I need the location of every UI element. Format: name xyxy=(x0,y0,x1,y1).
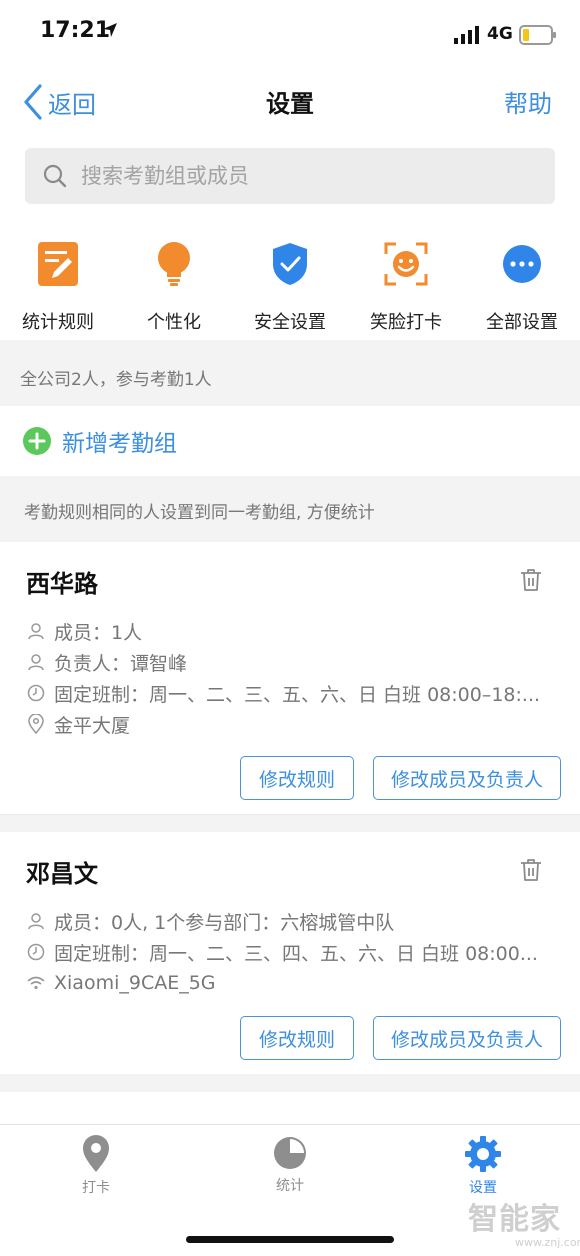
location-pin-icon xyxy=(28,714,44,734)
attendance-group-card[interactable]: 邓昌文 成员：0人, 1个参与部门：六榕城管中队 固定班制：周一、二、三、四、五… xyxy=(0,832,580,1075)
group-members-row: 成员：0人, 1个参与部门：六榕城管中队 xyxy=(26,908,394,934)
shortcut-label: 安全设置 xyxy=(254,312,326,333)
hint-text: 考勤规则相同的人设置到同一考勤组, 方便统计 xyxy=(24,503,375,523)
search-box[interactable] xyxy=(25,148,555,204)
trash-icon[interactable] xyxy=(520,568,542,592)
plus-circle-icon xyxy=(23,427,51,455)
gear-icon xyxy=(465,1136,501,1172)
card-divider xyxy=(0,1074,580,1092)
schedule-text: 固定班制：周一、二、三、五、六、日 白班 08:00–18:... xyxy=(54,683,541,706)
group-name: 邓昌文 xyxy=(26,860,98,888)
schedule-text: 固定班制：周一、二、三、四、五、六、日 白班 08:00... xyxy=(54,942,538,965)
shortcut-security[interactable]: 安全设置 xyxy=(232,236,348,336)
group-wifi-row: Xiaomi_9CAE_5G xyxy=(26,970,216,996)
home-indicator xyxy=(186,1236,394,1243)
location-text: 金平大厦 xyxy=(54,714,131,737)
manager-text: 负责人：谭智峰 xyxy=(54,652,188,675)
location-arrow-icon xyxy=(103,23,117,37)
report-edit-icon xyxy=(38,242,78,286)
shortcut-grid: 统计规则 个性化 安全设置 笑脸打卡 全部设置 xyxy=(0,236,580,336)
status-time: 17:21 xyxy=(40,18,111,43)
add-group-label: 新增考勤组 xyxy=(62,431,177,457)
location-pin-icon xyxy=(83,1135,109,1172)
group-manager-row: 负责人：谭智峰 xyxy=(26,649,187,675)
tab-settings[interactable]: 设置 xyxy=(423,1135,543,1197)
shortcut-label: 统计规则 xyxy=(22,312,94,333)
smile-face-icon xyxy=(384,242,428,286)
person-icon xyxy=(28,913,44,930)
members-text: 成员：1人 xyxy=(54,621,143,644)
lightbulb-icon xyxy=(158,242,190,286)
edit-members-button[interactable]: 修改成员及负责人 xyxy=(373,756,561,800)
group-name: 西华路 xyxy=(26,570,98,598)
trash-icon[interactable] xyxy=(520,858,542,882)
signal-icon xyxy=(454,26,479,44)
battery-icon xyxy=(519,25,556,45)
group-hint: 考勤规则相同的人设置到同一考勤组, 方便统计 xyxy=(0,476,580,542)
network-type: 4G xyxy=(487,24,513,44)
group-members-row: 成员：1人 xyxy=(26,618,142,644)
company-summary: 全公司2人，参与考勤1人 xyxy=(0,340,580,406)
search-icon xyxy=(43,164,67,188)
add-attendance-group-button[interactable]: 新增考勤组 xyxy=(0,406,580,477)
person-icon xyxy=(28,654,44,671)
members-text: 成员：0人, 1个参与部门：六榕城管中队 xyxy=(54,911,395,934)
edit-rules-button[interactable]: 修改规则 xyxy=(240,756,354,800)
shortcut-all-settings[interactable]: 全部设置 xyxy=(464,236,580,336)
pie-chart-icon xyxy=(274,1137,306,1169)
group-schedule-row: 固定班制：周一、二、三、四、五、六、日 白班 08:00... xyxy=(26,939,538,965)
shield-check-icon xyxy=(273,243,307,285)
shortcut-label: 笑脸打卡 xyxy=(370,312,442,333)
summary-text: 全公司2人，参与考勤1人 xyxy=(20,370,212,390)
shortcut-personalize[interactable]: 个性化 xyxy=(116,236,232,336)
tab-label: 打卡 xyxy=(82,1180,110,1196)
help-button[interactable]: 帮助 xyxy=(504,84,552,119)
person-icon xyxy=(28,623,44,640)
watermark-url: www.znj.com xyxy=(515,1236,580,1249)
wifi-icon xyxy=(27,976,45,990)
search-input[interactable] xyxy=(79,163,523,189)
clock-icon xyxy=(27,684,45,702)
more-icon xyxy=(503,245,541,283)
watermark-brand: 智能家 xyxy=(468,1202,561,1237)
status-bar: 17:21 4G xyxy=(0,0,580,64)
navigation-bar: 返回 设置 帮助 xyxy=(0,70,580,134)
edit-rules-button[interactable]: 修改规则 xyxy=(240,1016,354,1060)
tab-label: 统计 xyxy=(276,1178,304,1194)
wifi-text: Xiaomi_9CAE_5G xyxy=(54,972,216,994)
clock-icon xyxy=(27,943,45,961)
page-title: 设置 xyxy=(266,90,314,118)
attendance-group-card[interactable]: 西华路 成员：1人 负责人：谭智峰 固定班制：周一、二、三、五、六、日 白班 0… xyxy=(0,542,580,815)
shortcut-label: 个性化 xyxy=(147,312,201,333)
tab-statistics[interactable]: 统计 xyxy=(230,1135,350,1195)
shortcut-stat-rules[interactable]: 统计规则 xyxy=(0,236,116,336)
tab-checkin[interactable]: 打卡 xyxy=(36,1135,156,1197)
group-location-row: 金平大厦 xyxy=(26,711,130,737)
group-schedule-row: 固定班制：周一、二、三、五、六、日 白班 08:00–18:... xyxy=(26,680,540,706)
shortcut-label: 全部设置 xyxy=(486,312,558,333)
edit-members-button[interactable]: 修改成员及负责人 xyxy=(373,1016,561,1060)
card-divider xyxy=(0,815,580,832)
shortcut-smile-checkin[interactable]: 笑脸打卡 xyxy=(348,236,464,336)
